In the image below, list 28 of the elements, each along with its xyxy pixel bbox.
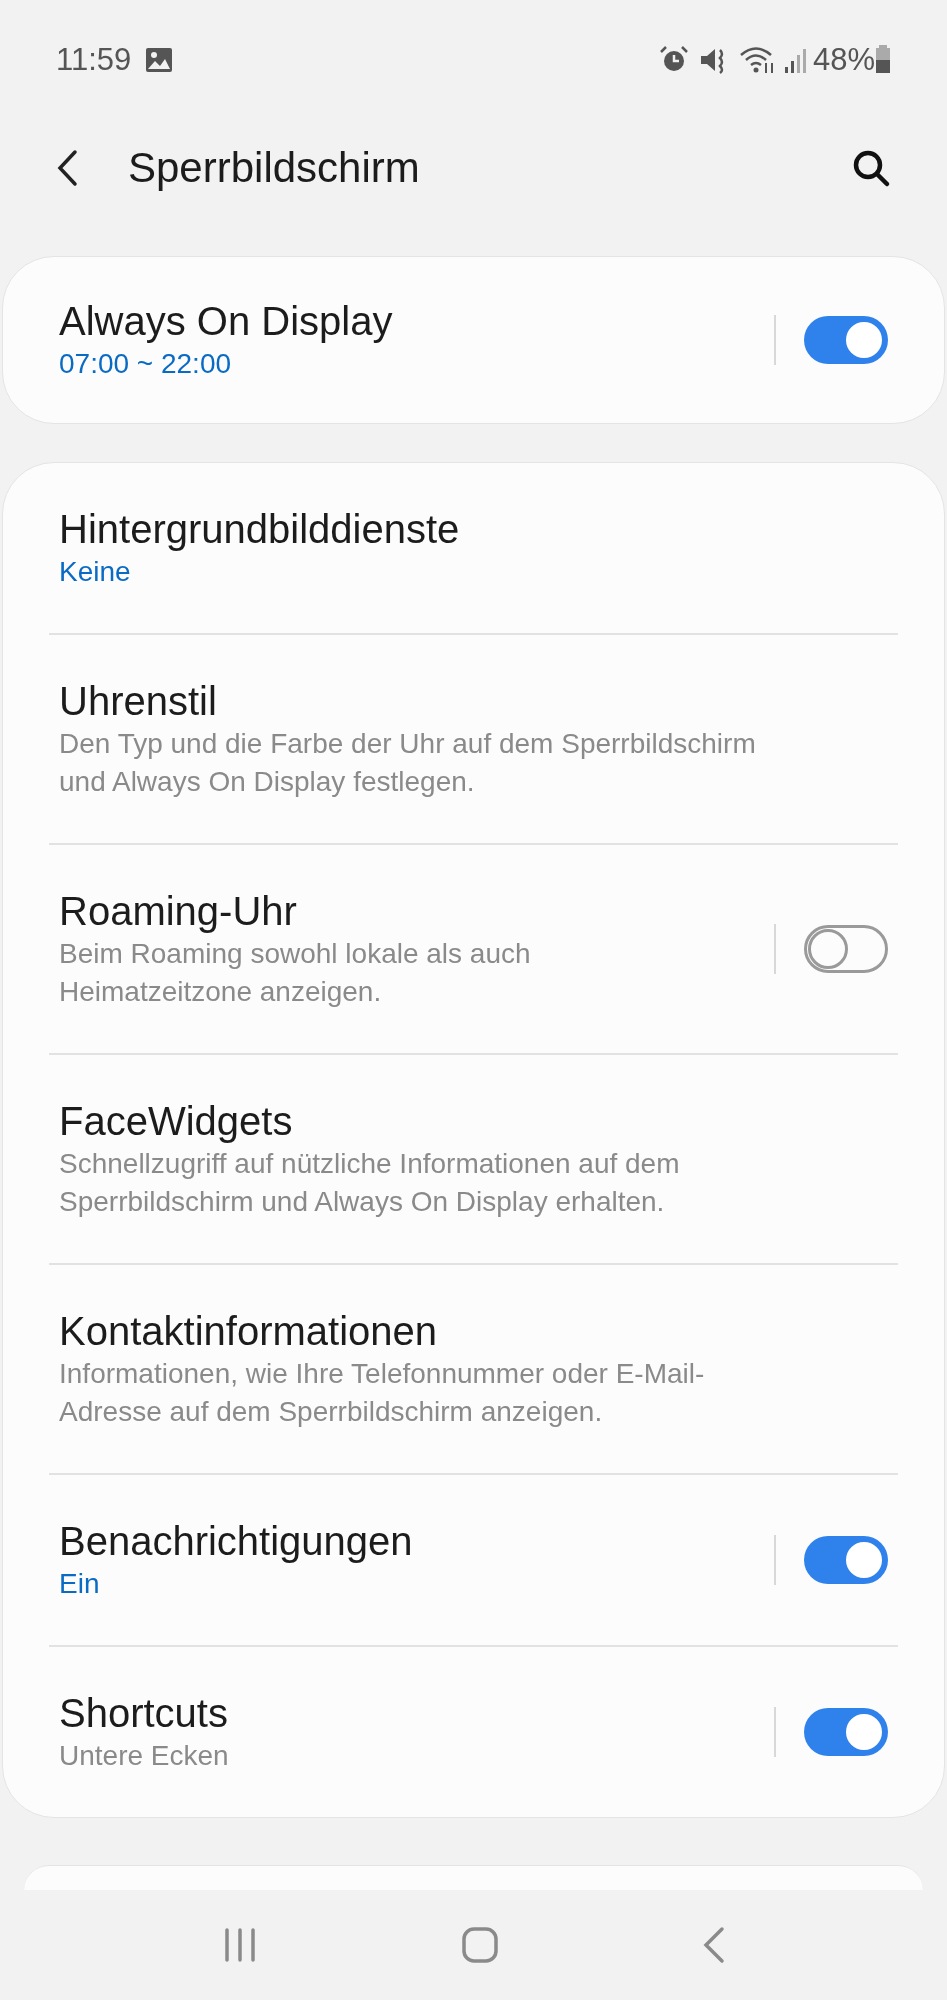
battery-percent: 48% (812, 40, 875, 79)
back-icon[interactable] (56, 148, 78, 187)
wifi-icon (738, 45, 775, 75)
setting-summary: Den Typ und die Farbe der Uhr auf dem Sperrbildschirm und Always On Display festlegen. (59, 727, 757, 799)
setting-title[interactable]: Uhrenstil (59, 677, 888, 725)
setting-summary: 07:00 ~ 22:00 (59, 347, 233, 381)
image-icon (145, 47, 174, 73)
toggle-switch[interactable] (804, 1536, 888, 1584)
status-time: 11:59 (56, 40, 132, 79)
toggle-switch[interactable] (804, 925, 888, 973)
page-title: Sperrbildschirm (128, 143, 421, 193)
setting-summary: Beim Roaming sowohl lokale als auch Heimatzeitzone anzeigen. (59, 937, 532, 1009)
setting-title[interactable]: Benachrichtigungen (59, 1517, 774, 1565)
setting-summary: Schnellzugriff auf nützliche Informationen auf dem Sperrbildschirm und Always On Display erhalten. (59, 1147, 681, 1219)
setting-summary: Ein (59, 1567, 101, 1601)
setting-title[interactable]: Shortcuts (59, 1689, 774, 1737)
setting-summary: Untere Ecken (59, 1739, 230, 1773)
setting-summary: Informationen, wie Ihre Telefonnummer oder E-Mail-Adresse auf dem Sperrbildschirm anzeigen. (59, 1357, 706, 1429)
home-icon[interactable] (460, 1926, 499, 1964)
setting-title[interactable]: Always On Display (59, 297, 774, 345)
setting-title[interactable]: FaceWidgets (59, 1097, 888, 1145)
setting-title[interactable]: Kontaktinformationen (59, 1307, 888, 1355)
toggle-switch[interactable] (804, 1708, 888, 1756)
setting-title[interactable]: Hintergrundbilddienste (59, 505, 888, 553)
toggle-switch[interactable] (804, 316, 888, 364)
battery-icon (875, 45, 891, 75)
setting-title[interactable]: Roaming-Uhr (59, 887, 774, 935)
setting-summary: Keine (59, 555, 132, 589)
